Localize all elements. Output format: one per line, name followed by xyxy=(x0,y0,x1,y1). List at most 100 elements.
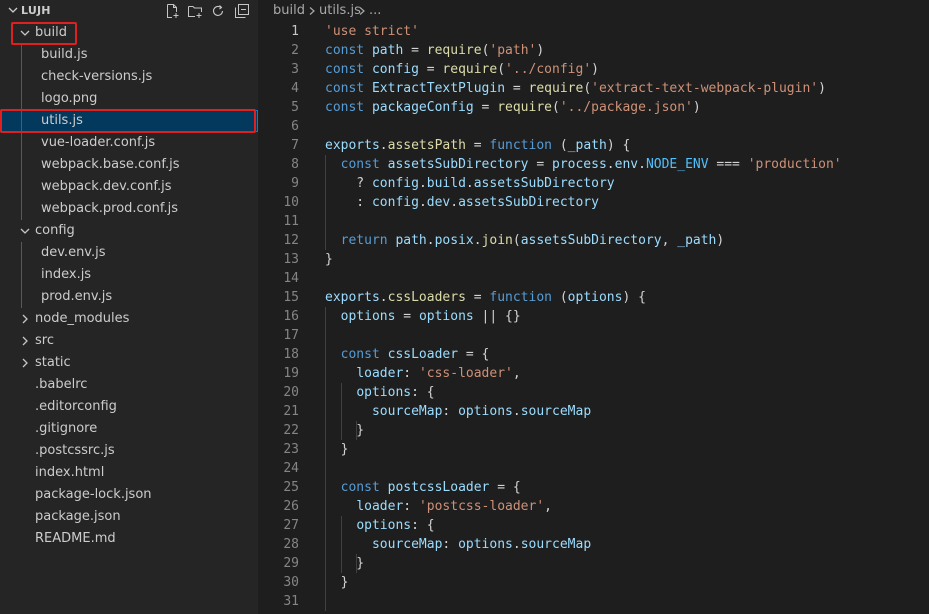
code-area[interactable]: 1'use strict' 2 const path = require('path… xyxy=(258,22,929,611)
code-line[interactable]: 26 loader: 'postcss-loader', xyxy=(258,497,929,516)
line-number: 10 xyxy=(283,195,299,210)
code-line[interactable]: 3 const config = require('../config') xyxy=(258,60,929,79)
tree-folder-build[interactable]: build xyxy=(0,22,258,44)
code-line[interactable]: 1 'use strict' xyxy=(258,22,929,41)
workspace-title: LUJH xyxy=(21,4,51,17)
tree-folder-src[interactable]: src xyxy=(0,330,258,352)
chevron-right-icon[interactable] xyxy=(19,357,31,369)
line-number: 21 xyxy=(283,404,299,419)
code-line[interactable]: 20 options: { xyxy=(258,383,929,402)
code-line[interactable]: 12 return path.posix.join(assetsSubDirec… xyxy=(258,231,929,250)
indent-guide xyxy=(325,459,326,478)
tree-file-readme-md[interactable]: README.md xyxy=(0,528,258,550)
code-line[interactable]: 10 : config.dev.assetsSubDirectory xyxy=(258,193,929,212)
tree-file-dev-env-js[interactable]: dev.env.js xyxy=(0,242,258,264)
chevron-down-icon[interactable] xyxy=(7,4,19,16)
code-line[interactable]: 22 } xyxy=(258,421,929,440)
tree-file-utils-js[interactable]: utils.js xyxy=(0,110,258,132)
tree-item-label: index.js xyxy=(41,267,92,282)
code-token: dev xyxy=(426,195,451,210)
new-file-icon[interactable] xyxy=(164,3,180,19)
tree-file-babelrc[interactable]: .babelrc xyxy=(0,374,258,396)
code-text: loader: 'css-loader', xyxy=(325,364,520,383)
code-token: sourceMap xyxy=(371,404,443,419)
code-text: const cssLoader = { xyxy=(325,345,490,364)
explorer-header[interactable]: LUJH xyxy=(0,0,258,22)
code-line[interactable]: 29 } xyxy=(258,554,929,573)
code-line[interactable]: 28 sourceMap: options.sourceMap xyxy=(258,535,929,554)
code-token: = { xyxy=(489,480,521,495)
code-line[interactable]: 5 const packageConfig = require('../packa… xyxy=(258,98,929,117)
tree-folder-static[interactable]: static xyxy=(0,352,258,374)
tree-file-vue-loader-conf-js[interactable]: vue-loader.conf.js xyxy=(0,132,258,154)
line-number: 15 xyxy=(283,290,299,305)
chevron-down-icon[interactable] xyxy=(19,27,31,39)
chevron-right-icon[interactable] xyxy=(19,335,31,347)
code-line[interactable]: 24 xyxy=(258,459,929,478)
code-line[interactable]: 15 exports.cssLoaders = function (options… xyxy=(258,288,929,307)
code-token: . xyxy=(606,157,615,172)
tree-file-build-js[interactable]: build.js xyxy=(0,44,258,66)
code-line[interactable]: 11 xyxy=(258,212,929,231)
code-token: config xyxy=(371,195,419,210)
refresh-icon[interactable] xyxy=(210,3,226,19)
code-token: _path xyxy=(567,138,607,153)
code-token: . xyxy=(418,195,427,210)
tree-file-index-html[interactable]: index.html xyxy=(0,462,258,484)
code-line[interactable]: 4 const ExtractTextPlugin = require('extr… xyxy=(258,79,929,98)
code-line[interactable]: 19 loader: 'css-loader', xyxy=(258,364,929,383)
tree-folder-config[interactable]: config xyxy=(0,220,258,242)
tree-folder-node-modules[interactable]: node_modules xyxy=(0,308,258,330)
code-line[interactable]: 17 xyxy=(258,326,929,345)
new-folder-icon[interactable] xyxy=(187,3,203,19)
breadcrumb-symbol[interactable]: ... xyxy=(369,0,381,22)
line-number: 19 xyxy=(283,366,299,381)
code-line[interactable]: 8 const assetsSubDirectory = process.env… xyxy=(258,155,929,174)
code-line[interactable]: 30 } xyxy=(258,573,929,592)
code-line[interactable]: 2 const path = require('path') xyxy=(258,41,929,60)
code-token: ) xyxy=(716,233,725,248)
code-line[interactable]: 13} xyxy=(258,250,929,269)
tree-file-check-versions-js[interactable]: check-versions.js xyxy=(0,66,258,88)
code-line[interactable]: 6 xyxy=(258,117,929,136)
code-line[interactable]: 21 sourceMap: options.sourceMap xyxy=(258,402,929,421)
tree-file-logo-png[interactable]: logo.png xyxy=(0,88,258,110)
breadcrumb-folder[interactable]: build xyxy=(273,0,305,22)
code-line[interactable]: 9 ? config.build.assetsSubDirectory xyxy=(258,174,929,193)
code-line[interactable]: 18 const cssLoader = { xyxy=(258,345,929,364)
code-token: : { xyxy=(411,385,435,400)
code-line[interactable]: 25 const postcssLoader = { xyxy=(258,478,929,497)
code-token: assetsPath xyxy=(387,138,466,153)
tree-file-prod-env-js[interactable]: prod.env.js xyxy=(0,286,258,308)
tree-file-index-js[interactable]: index.js xyxy=(0,264,258,286)
code-line[interactable]: 16 options = options || {} xyxy=(258,307,929,326)
tree-file-package-lock-json[interactable]: package-lock.json xyxy=(0,484,258,506)
tree-file-webpack-base-conf-js[interactable]: webpack.base.conf.js xyxy=(0,154,258,176)
chevron-right-icon[interactable] xyxy=(19,313,31,325)
tree-file-gitignore[interactable]: .gitignore xyxy=(0,418,258,440)
code-line[interactable]: 7 exports.assetsPath = function (_path) { xyxy=(258,136,929,155)
code-token: || {} xyxy=(473,309,521,324)
code-token: = xyxy=(505,81,529,96)
tree-file-postcssrc-js[interactable]: .postcssrc.js xyxy=(0,440,258,462)
chevron-down-icon[interactable] xyxy=(19,225,31,237)
code-line[interactable]: 31 xyxy=(258,592,929,611)
code-editor[interactable]: build utils.js ... 1 'use strict' 2 const p… xyxy=(258,0,929,614)
line-number: 8 xyxy=(291,157,299,172)
code-line[interactable]: 27 options: { xyxy=(258,516,929,535)
code-token: const xyxy=(325,81,365,96)
breadcrumb-file[interactable]: utils.js xyxy=(319,0,361,22)
code-line[interactable]: 23 } xyxy=(258,440,929,459)
line-number: 2 xyxy=(291,43,299,58)
tree-file-package-json[interactable]: package.json xyxy=(0,506,258,528)
tree-file-webpack-prod-conf-js[interactable]: webpack.prod.conf.js xyxy=(0,198,258,220)
tree-item-label: dev.env.js xyxy=(41,245,106,260)
code-line[interactable]: 14 xyxy=(258,269,929,288)
tree-file-editorconfig[interactable]: .editorconfig xyxy=(0,396,258,418)
tree-file-webpack-dev-conf-js[interactable]: webpack.dev.conf.js xyxy=(0,176,258,198)
collapse-all-icon[interactable] xyxy=(234,3,250,19)
line-number: 11 xyxy=(283,214,299,229)
code-token: const xyxy=(340,157,380,172)
code-token: ( xyxy=(512,233,521,248)
